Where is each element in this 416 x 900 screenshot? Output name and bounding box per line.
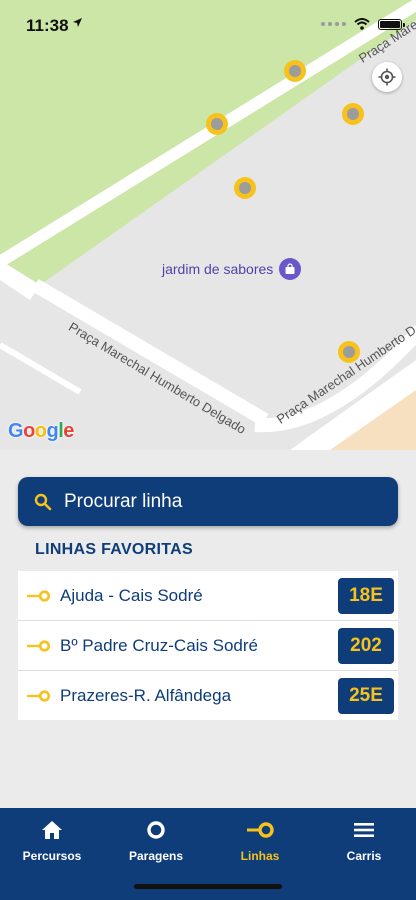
line-icon [26,589,52,603]
home-indicator[interactable] [134,884,282,889]
favorites-title: LINHAS FAVORITAS [35,541,193,558]
line-icon [26,689,52,703]
menu-icon [353,818,375,842]
line-number-badge: 18E [338,577,394,614]
status-indicators [321,18,405,30]
home-icon [41,818,63,842]
battery-icon [378,18,405,30]
poi-label: jardim de sabores [162,261,274,277]
google-logo-letter: G [8,420,24,442]
favorite-line-name: Prazeres-R. Alfândega [60,685,232,705]
crosshair-icon [378,68,396,86]
favorite-line-row[interactable]: Ajuda - Cais Sodré 18E [18,571,398,621]
favorite-line-name: Ajuda - Cais Sodré [60,585,203,605]
tab-percursos[interactable]: Percursos [0,818,104,863]
bus-stop-marker[interactable] [232,175,256,199]
tab-paragens[interactable]: Paragens [104,818,208,863]
locate-button[interactable] [372,62,402,92]
poi-marker[interactable]: jardim de sabores [162,258,302,280]
line-number-badge: 25E [338,677,394,714]
tab-label: Carris [346,849,382,863]
line-icon [245,818,275,842]
search-icon [34,493,52,511]
search-placeholder: Procurar linha [64,490,183,512]
map-view[interactable]: Praça Marechal Hum Praça Marechal Humber… [0,0,416,450]
line-icon [26,639,52,653]
google-logo-letter: e [63,420,74,442]
google-logo: Google [8,420,74,443]
status-bar: 11:38 [0,0,416,50]
stop-icon [146,818,166,842]
location-arrow-icon [73,18,82,27]
wifi-icon [354,18,370,30]
tab-label: Linhas [240,849,280,863]
favorite-line-row[interactable]: Prazeres-R. Alfândega 25E [18,671,398,720]
line-number-badge: 202 [338,627,394,664]
favorites-list: Ajuda - Cais Sodré 18E Bº Padre Cruz-Cai… [18,571,398,720]
google-logo-letter: g [46,420,59,442]
tab-carris[interactable]: Carris [312,818,416,863]
signal-icon [321,22,346,26]
tab-label: Paragens [128,849,184,863]
favorite-line-row[interactable]: Bº Padre Cruz-Cais Sodré 202 [18,621,398,671]
bus-stop-marker[interactable] [204,111,228,135]
shopping-bag-icon [279,258,302,280]
tab-label: Percursos [22,849,82,863]
tab-linhas[interactable]: Linhas [208,818,312,863]
google-logo-letter: o [34,420,47,442]
status-time: 11:38 [26,16,69,35]
bus-stop-marker[interactable] [338,341,360,363]
favorite-line-name: Bº Padre Cruz-Cais Sodré [60,635,259,655]
bus-stop-marker[interactable] [340,101,364,125]
search-line-field[interactable]: Procurar linha [18,477,398,526]
bus-stop-marker[interactable] [282,58,306,82]
map-canvas [0,0,416,450]
google-logo-letter: o [23,420,35,442]
